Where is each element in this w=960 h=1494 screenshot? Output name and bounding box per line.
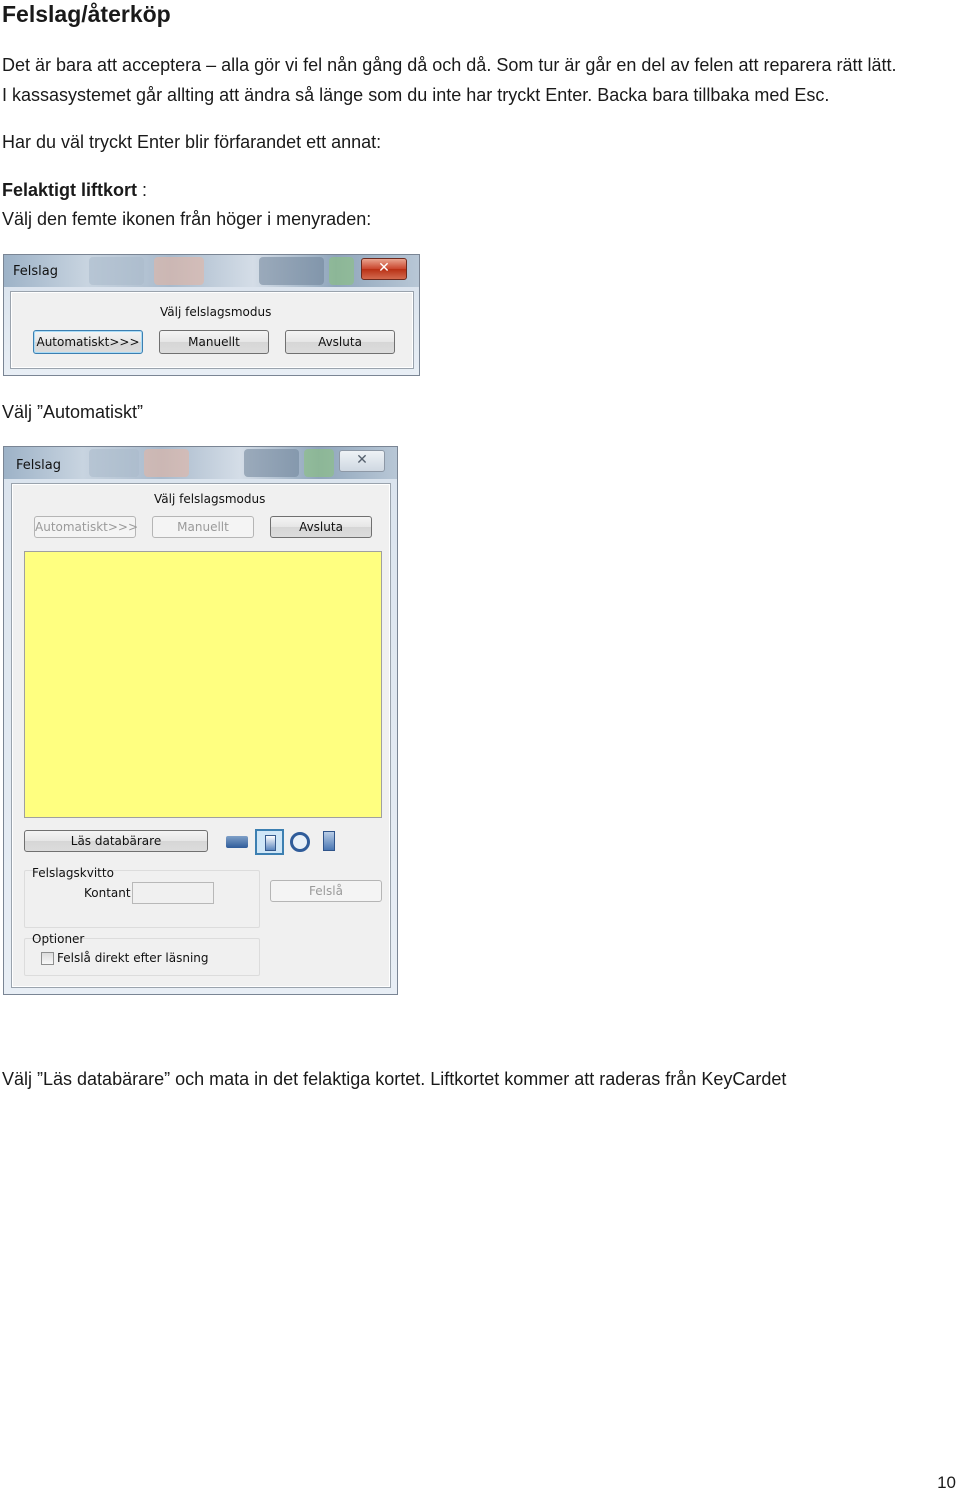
mode-label: Välj felslagsmodus (160, 305, 272, 319)
phone-icon[interactable] (323, 831, 335, 851)
choose-automatic-text: Välj ”Automatiskt” (2, 402, 144, 422)
enter-pressed-text: Har du väl tryckt Enter blir förfarandet… (2, 132, 382, 152)
page-heading: Felslag/återköp (2, 1, 171, 27)
options-group-label: Optioner (32, 932, 85, 946)
card-selected-icon[interactable] (255, 829, 284, 855)
read-card-instructions: Välj ”Läs databärare” och mata in det fe… (2, 1069, 787, 1089)
dialog-titlebar (4, 255, 419, 287)
dialog-panel: Välj felslagsmodus Automatiskt>>> Manuel… (10, 291, 414, 369)
exit-button[interactable]: Avsluta (270, 516, 372, 538)
manual-button[interactable]: Manuellt (159, 330, 269, 354)
felslag-dialog-automatic: Felslag ✕ Välj felslagsmodus Automatiskt… (3, 446, 398, 995)
direct-felsla-label: Felslå direkt efter läsning (57, 951, 209, 965)
card-display-area (24, 551, 382, 818)
card-icon[interactable] (226, 836, 248, 848)
dialog-title: Felslag (13, 264, 58, 279)
close-icon[interactable]: ✕ (361, 258, 407, 280)
intro-line-1: Det är bara att acceptera – alla gör vi … (2, 55, 897, 75)
receipt-group-label: Felslagskvitto (32, 866, 114, 880)
section-title-colon: : (137, 180, 148, 200)
dialog-panel: Välj felslagsmodus Automatiskt>>> Manuel… (11, 483, 391, 988)
choose-icon-text: Välj den femte ikonen från höger i menyr… (2, 209, 372, 229)
clock-icon[interactable] (290, 832, 310, 852)
felslag-dialog-small: Felslag ✕ Välj felslagsmodus Automatiskt… (3, 254, 420, 376)
cash-field[interactable] (132, 882, 214, 904)
read-data-carrier-button[interactable]: Läs databärare (24, 830, 208, 852)
dialog-title: Felslag (16, 458, 61, 473)
exit-button[interactable]: Avsluta (285, 330, 395, 354)
page-number: 10 (937, 1473, 956, 1492)
felsla-button[interactable]: Felslå (270, 880, 382, 902)
close-icon[interactable]: ✕ (339, 450, 385, 472)
intro-line-2: I kassasystemet går allting att ändra så… (2, 85, 830, 105)
card-selected-glyph (265, 835, 276, 851)
automatic-button[interactable]: Automatiskt>>> (33, 330, 143, 354)
mode-label: Välj felslagsmodus (154, 492, 266, 506)
cash-label: Kontant (84, 886, 131, 900)
section-title-bold: Felaktigt liftkort (2, 180, 138, 200)
manual-button[interactable]: Manuellt (152, 516, 254, 538)
section-title: Felaktigt liftkort : (2, 179, 147, 201)
automatic-button[interactable]: Automatiskt>>> (34, 516, 138, 538)
direct-felsla-checkbox[interactable] (41, 952, 54, 965)
